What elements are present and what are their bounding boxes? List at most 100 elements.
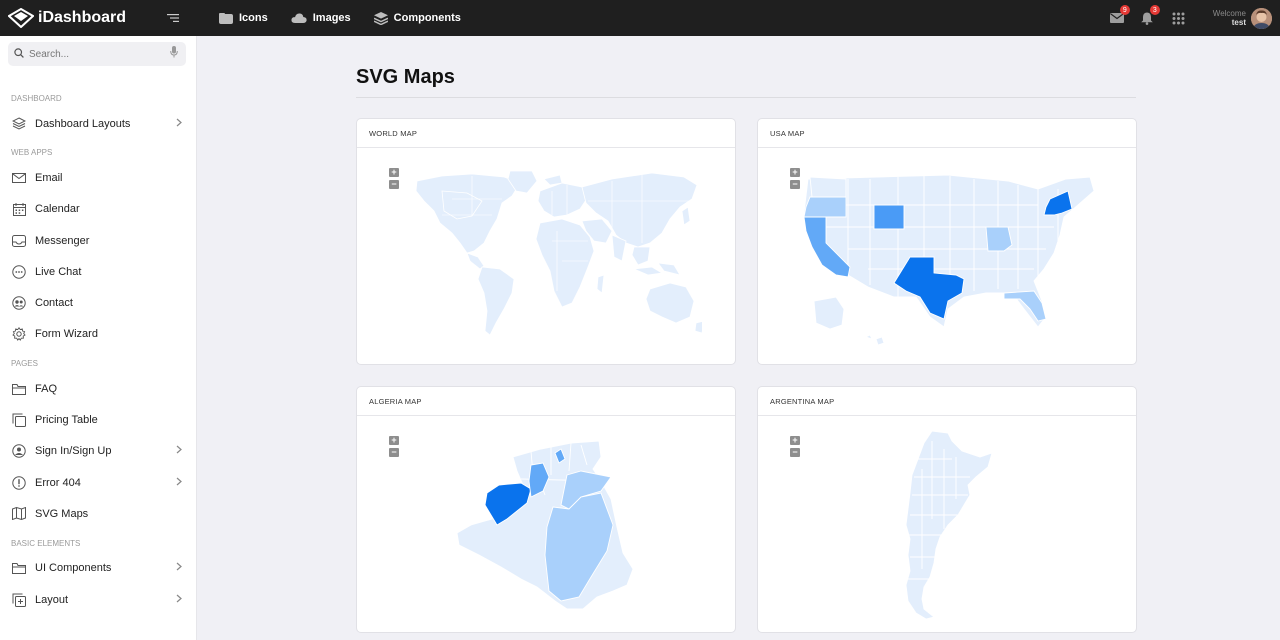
notification-badge: 3 [1149,5,1160,15]
search-input[interactable] [29,48,170,60]
map-icon [11,506,27,522]
sidebar-item-email[interactable]: Email [0,162,196,193]
alert-icon [11,475,27,491]
card-title: ALGERIA MAP [357,387,735,416]
sidebar-item-label: Error 404 [35,476,81,489]
microphone-icon[interactable] [170,45,178,63]
topnav-images[interactable]: Images [291,12,351,24]
grid-icon [1172,12,1185,24]
sidebar-item-label: UI Components [35,562,112,575]
section-dashboard: DASHBOARD [11,94,62,103]
apps-button[interactable] [1171,10,1187,26]
main-content: SVG Maps WORLD MAP + − USA MAP + − ALGER… [197,36,1280,640]
topnav-components-label: Components [393,12,461,24]
chevron-right-icon [176,445,182,457]
zoom-in-button[interactable]: + [389,436,399,445]
mail-badge: 9 [1119,5,1130,15]
layers-icon [373,11,388,25]
sidebar-item-error-404[interactable]: Error 404 [0,467,196,498]
topnav-components[interactable]: Components [373,11,461,25]
sidebar-item-live-chat[interactable]: Live Chat [0,256,196,287]
argentina-map[interactable] [888,429,998,624]
card-title: ARGENTINA MAP [758,387,1136,416]
world-map[interactable] [412,171,702,341]
section-webapps: WEB APPS [11,148,53,158]
sidebar-item-pricing-table[interactable]: Pricing Table [0,404,196,435]
sidebar-item-messenger[interactable]: Messenger [0,225,196,256]
notification-button[interactable]: 3 [1139,5,1160,26]
section-basic: BASIC ELEMENTS [11,538,81,548]
sidebar-item-label: Sign In/Sign Up [35,445,112,458]
folder-icon [11,381,27,397]
menu-toggle-icon[interactable] [167,13,179,23]
cloud-icon [291,13,307,23]
chevron-right-icon [176,118,182,130]
chevron-right-icon [176,562,182,574]
sidebar: DASHBOARD Dashboard Layouts WEB APPS Ema… [0,36,197,640]
folder-icon [11,560,27,576]
sidebar-item-form-wizard[interactable]: Form Wizard [0,319,196,350]
sidebar-item-dashboard-layouts[interactable]: Dashboard Layouts [0,108,196,139]
sidebar-item-calendar[interactable]: Calendar [0,194,196,225]
page-title: SVG Maps [356,66,455,88]
avatar[interactable] [1251,7,1272,29]
zoom-in-button[interactable]: + [790,436,800,445]
sidebar-item-label: Live Chat [35,265,82,278]
card-title: WORLD MAP [357,119,735,148]
chat-icon [11,264,27,280]
sidebar-item-layout[interactable]: Layout [0,584,196,615]
sidebar-item-faq[interactable]: FAQ [0,373,196,404]
mail-button[interactable]: 9 [1109,5,1130,26]
top-nav: Icons Images Components [197,0,484,36]
zoom-out-button[interactable]: − [389,180,399,189]
copy-icon [11,412,27,428]
sidebar-item-label: Calendar [35,203,80,216]
user-icon [11,443,27,459]
usa-map[interactable] [798,169,1098,364]
algeria-map[interactable] [451,435,641,615]
user-name: test [1231,18,1246,27]
zoom-out-button[interactable]: − [389,448,399,457]
sidebar-item-label: Email [35,171,63,184]
mail-icon [11,170,27,186]
brand-name[interactable]: iDashboard [38,9,126,27]
chevron-right-icon [176,594,182,606]
brand: iDashboard [0,0,197,36]
topnav-icons-label: Icons [239,12,268,24]
sidebar-item-ui-components[interactable]: UI Components [0,553,196,584]
sidebar-item-label: Layout [35,593,69,606]
search-box [8,42,186,66]
chevron-right-icon [176,477,182,489]
topnav-icons[interactable]: Icons [219,12,268,24]
search-icon [14,45,24,63]
sidebar-item-sign-in[interactable]: Sign In/Sign Up [0,436,196,467]
sidebar-item-svg-maps[interactable]: SVG Maps [0,498,196,529]
welcome-label: Welcome [1212,9,1246,18]
sidebar-item-label: Messenger [35,234,90,247]
gear-icon [11,326,27,342]
algeria-map-card: ALGERIA MAP + − [356,386,736,633]
world-map-card: WORLD MAP + − [356,118,736,365]
sidebar-item-label: Contact [35,297,73,310]
argentina-map-card: ARGENTINA MAP + − [757,386,1137,633]
zoom-in-button[interactable]: + [389,168,399,177]
layers-icon [11,116,27,132]
sidebar-item-label: Form Wizard [35,328,98,341]
calendar-icon [11,201,27,217]
top-bar: iDashboard Icons Images Components 9 3 W… [0,0,1280,36]
zoom-out-button[interactable]: − [790,448,800,457]
welcome-block[interactable]: Welcome test [1213,9,1246,27]
sidebar-item-label: FAQ [35,382,58,395]
sidebar-item-label: Pricing Table [35,414,98,427]
layout-icon [11,592,27,608]
sidebar-item-label: Dashboard Layouts [35,117,131,130]
mail-icon [1109,13,1124,23]
section-pages: PAGES [11,359,38,369]
header-actions: 9 3 Welcome test [1095,0,1280,36]
sidebar-item-label: SVG Maps [35,507,89,520]
sidebar-item-contact[interactable]: Contact [0,287,196,318]
usa-map-card: USA MAP + − [757,118,1137,365]
logo-icon [8,7,36,29]
folder-icon [219,12,233,24]
inbox-icon [11,233,27,249]
